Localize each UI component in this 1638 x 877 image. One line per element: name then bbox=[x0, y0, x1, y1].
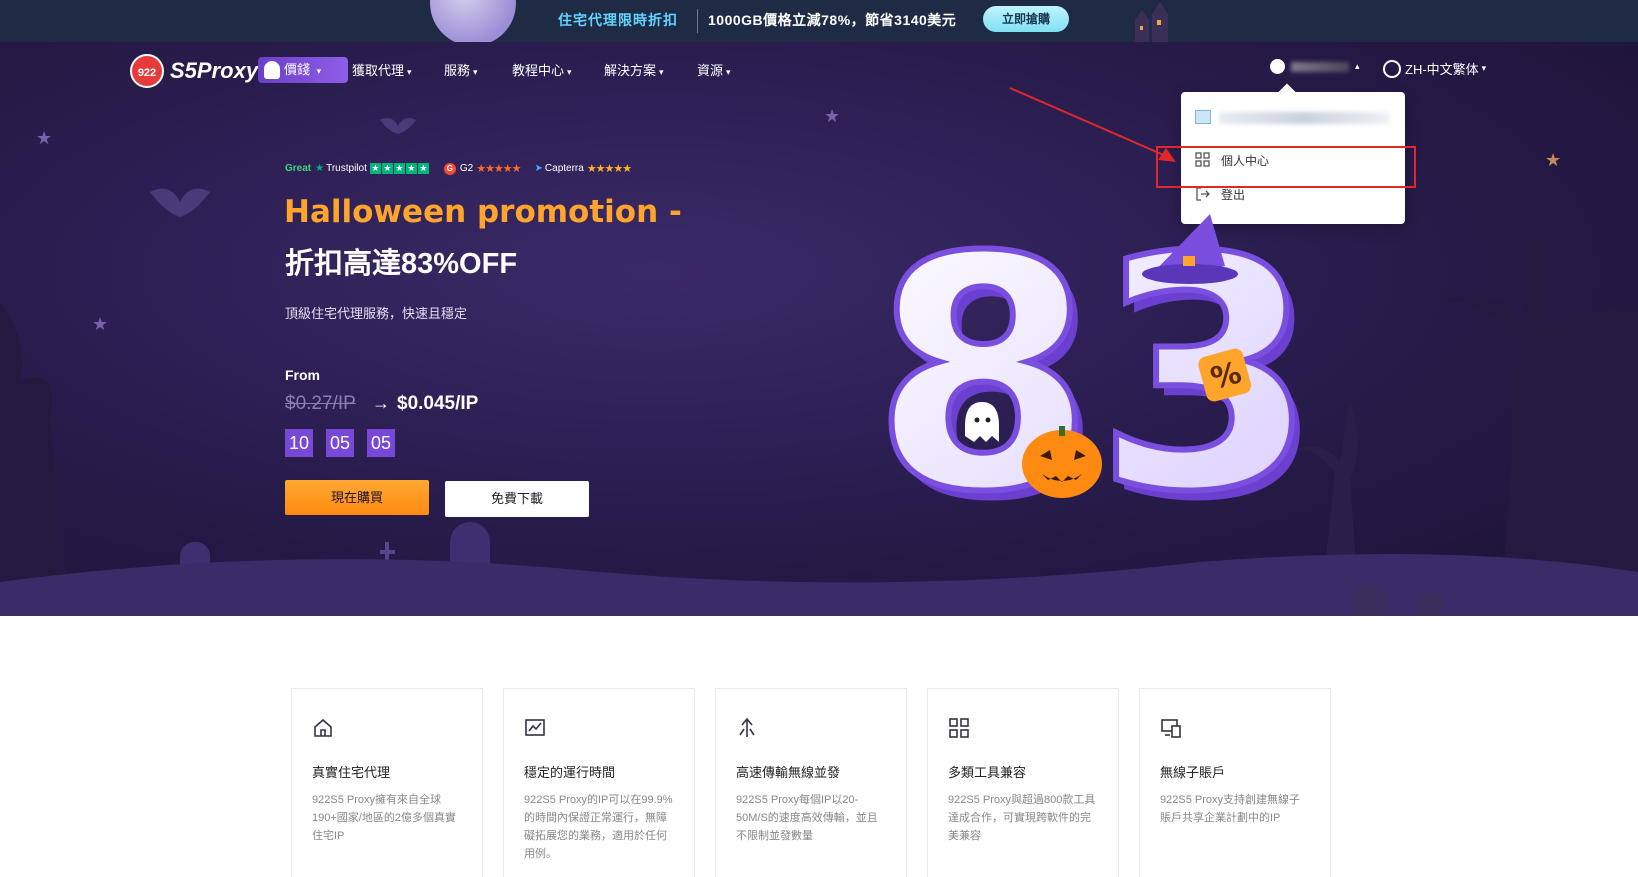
feature-title: 穩定的運行時間 bbox=[524, 765, 616, 780]
g2-stars: ★★★★★ bbox=[476, 163, 521, 175]
star-decoration: ★ bbox=[824, 106, 841, 126]
feature-title: 無線子賬戶 bbox=[1160, 765, 1226, 780]
nav-label: 解決方案 bbox=[604, 63, 657, 78]
old-price: $0.27/IP bbox=[285, 393, 356, 414]
nav-label: 服務 bbox=[444, 63, 471, 78]
nav-solutions[interactable]: 解決方案 ▾ bbox=[604, 60, 664, 79]
feature-desc: 922S5 Proxy的IP可以在99.9%的時間內保證正常運行，無障礙拓展您的… bbox=[524, 794, 673, 860]
trustpilot-star-icon: ★ bbox=[315, 163, 325, 174]
site-logo[interactable]: 922 S5Proxy bbox=[130, 54, 258, 88]
promo-divider bbox=[697, 9, 698, 33]
arrow-right-icon: → bbox=[372, 393, 390, 413]
nav-label: 資源 bbox=[697, 63, 724, 78]
trustpilot-label: Trustpilot bbox=[326, 163, 367, 174]
feature-card: 穩定的運行時間 922S5 Proxy的IP可以在99.9%的時間內保證正常運行… bbox=[503, 688, 695, 877]
promo-detail: 1000GB價格立減78%，節省3140美元 bbox=[708, 12, 957, 28]
chart-icon bbox=[525, 719, 545, 736]
logout-label: 登出 bbox=[1221, 187, 1246, 202]
moon-decoration bbox=[430, 0, 516, 42]
trustpilot-stars: ★ ★ ★ ★ ★ bbox=[369, 163, 429, 174]
trustpilot-rating: Great ★ Trustpilot ★ ★ ★ ★ ★ bbox=[285, 163, 430, 174]
feature-card: 多類工具兼容 922S5 Proxy與超過800款工具達成合作，可實現跨軟件的完… bbox=[927, 688, 1119, 877]
g2-rating: G G2 ★★★★★ bbox=[443, 162, 522, 175]
home-icon bbox=[314, 718, 332, 737]
countdown-timer: 10 05 05 bbox=[285, 429, 408, 457]
account-icon bbox=[1195, 110, 1211, 124]
language-selector[interactable]: ZH-中文繁体 ▾ bbox=[1383, 59, 1486, 78]
chevron-up-icon: ▴ bbox=[1355, 61, 1360, 71]
feature-desc: 922S5 Proxy與超過800款工具達成合作，可實現跨軟件的完美兼容 bbox=[948, 794, 1096, 842]
capterra-rating: ➤ Capterra ★★★★★ bbox=[534, 162, 633, 175]
user-avatar-icon bbox=[1270, 59, 1285, 74]
pricing-label: 價錢 bbox=[284, 62, 311, 77]
feature-card: 高速傳輸無線並發 922S5 Proxy每個IP以20-50M/S的速度高效傳輸… bbox=[715, 688, 907, 877]
hero-subtitle: 頂級住宅代理服務，快速且穩定 bbox=[285, 306, 468, 321]
nav-label: 教程中心 bbox=[512, 63, 565, 78]
logout-icon bbox=[1196, 187, 1210, 201]
feature-title: 多類工具兼容 bbox=[948, 765, 1027, 780]
chevron-down-icon: ▾ bbox=[407, 67, 412, 77]
star-decoration: ★ bbox=[36, 128, 53, 148]
chevron-down-icon: ▾ bbox=[659, 67, 664, 77]
feature-card: 真實住宅代理 922S5 Proxy擁有來自全球190+國家/地區的2億多個真實… bbox=[291, 688, 483, 877]
language-label: ZH-中文繁体 bbox=[1405, 62, 1479, 77]
grid-icon bbox=[949, 718, 969, 738]
nav-get-proxy[interactable]: 獲取代理 ▾ bbox=[352, 60, 412, 79]
hero-title-line2: 折扣高達83%OFF bbox=[285, 248, 518, 280]
nav-tutorials[interactable]: 教程中心 ▾ bbox=[512, 60, 572, 79]
feature-cards: 真實住宅代理 922S5 Proxy擁有來自全球190+國家/地區的2億多個真實… bbox=[291, 688, 1331, 877]
promo-title: 住宅代理限時折扣 bbox=[558, 12, 678, 28]
chevron-down-icon: ▾ bbox=[567, 67, 572, 77]
nav-services[interactable]: 服務 ▾ bbox=[444, 60, 478, 79]
capterra-arrow-icon: ➤ bbox=[534, 163, 543, 174]
timer-hours: 10 bbox=[285, 429, 313, 457]
buy-now-button[interactable]: 現在購買 bbox=[285, 480, 429, 515]
chevron-down-icon: ▾ bbox=[473, 67, 478, 77]
nav-resources[interactable]: 資源 ▾ bbox=[697, 60, 731, 79]
top-navigation: 922 S5Proxy 價錢 ▾ 獲取代理 ▾ 服務 ▾ 教程中心 ▾ 解決方案 ▾ 資… bbox=[0, 42, 1638, 98]
g2-label: G2 bbox=[459, 163, 474, 174]
account-email-redacted bbox=[1219, 112, 1389, 124]
feature-desc: 922S5 Proxy支持創建無線子賬戶共享企業計劃中的IP bbox=[1160, 794, 1300, 824]
feature-desc: 922S5 Proxy擁有來自全球190+國家/地區的2億多個真實住宅IP bbox=[312, 794, 456, 842]
star-decoration: ★ bbox=[92, 314, 109, 334]
trustpilot-great-label: Great bbox=[285, 163, 312, 174]
timer-minutes: 05 bbox=[326, 429, 354, 457]
devices-icon bbox=[1161, 719, 1181, 738]
capterra-stars: ★★★★★ bbox=[586, 163, 632, 175]
chevron-down-icon: ▾ bbox=[1481, 63, 1487, 73]
promo-buy-button[interactable]: 立即搶購 bbox=[983, 6, 1069, 32]
feature-desc: 922S5 Proxy每個IP以20-50M/S的速度高效傳輸，並且不限制並發數… bbox=[736, 794, 878, 842]
chevron-down-icon: ▾ bbox=[726, 67, 731, 77]
g2-logo-icon: G bbox=[443, 162, 456, 175]
chevron-down-icon: ▾ bbox=[316, 66, 322, 76]
feature-card: 無線子賬戶 922S5 Proxy支持創建無線子賬戶共享企業計劃中的IP bbox=[1139, 688, 1331, 877]
nav-label: 獲取代理 bbox=[352, 63, 405, 78]
globe-icon bbox=[1383, 59, 1401, 78]
ghost-icon bbox=[264, 61, 280, 79]
logo-text: S5Proxy bbox=[170, 58, 259, 83]
ratings-row: Great ★ Trustpilot ★ ★ ★ ★ ★ G G2 ★★★★★ ➤ Ca… bbox=[285, 162, 645, 175]
logo-badge: 922 bbox=[130, 54, 164, 88]
pricing-tag[interactable]: 價錢 ▾ bbox=[258, 57, 348, 83]
username-redacted bbox=[1291, 61, 1349, 72]
83-percent-illustration: 83 83 % bbox=[880, 206, 1300, 536]
new-price: $0.045/IP bbox=[397, 393, 479, 414]
annotation-highlight-box bbox=[1156, 146, 1416, 188]
speed-icon bbox=[739, 717, 755, 737]
free-download-button[interactable]: 免費下載 bbox=[445, 481, 589, 517]
capterra-label: Capterra bbox=[544, 163, 584, 174]
star-decoration: ★ bbox=[1545, 150, 1562, 170]
feature-title: 高速傳輸無線並發 bbox=[736, 765, 841, 780]
timer-seconds: 05 bbox=[367, 429, 395, 457]
promo-bar: 住宅代理限時折扣 1000GB價格立減78%，節省3140美元 立即搶購 bbox=[0, 0, 1638, 42]
user-menu[interactable]: ▴ bbox=[1270, 59, 1360, 74]
account-info-redacted bbox=[1195, 106, 1391, 132]
hero-title-line1: Halloween promotion - bbox=[284, 194, 682, 230]
feature-title: 真實住宅代理 bbox=[312, 765, 391, 780]
from-label: From bbox=[285, 367, 320, 383]
haunted-house-icon bbox=[1135, 2, 1168, 42]
